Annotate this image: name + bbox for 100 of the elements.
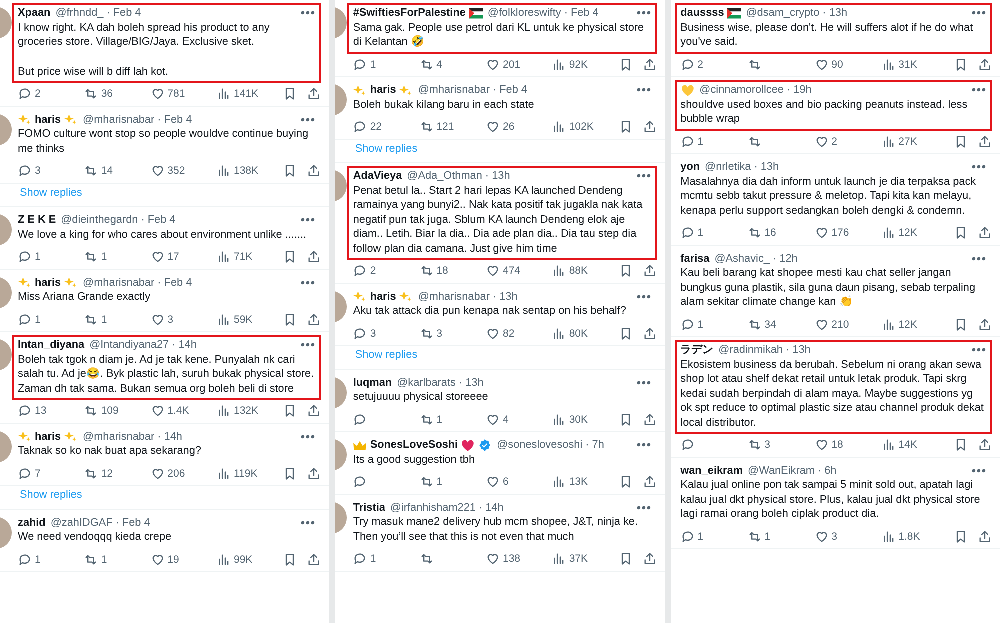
heart-icon[interactable] xyxy=(814,530,829,544)
more-icon[interactable] xyxy=(636,174,651,178)
share-icon[interactable] xyxy=(978,530,992,544)
views-icon[interactable] xyxy=(882,58,896,72)
heart-icon[interactable] xyxy=(814,58,829,72)
views-icon[interactable] xyxy=(882,318,896,332)
user-name[interactable]: SonesLoveSoshi xyxy=(370,438,458,452)
user-name[interactable]: haris xyxy=(35,430,62,444)
retweet-icon[interactable] xyxy=(748,438,762,452)
reply-icon[interactable] xyxy=(18,404,32,418)
reply-icon[interactable] xyxy=(353,120,368,134)
retweet-icon[interactable] xyxy=(84,404,98,418)
user-name[interactable]: daussss xyxy=(680,6,724,20)
share-icon[interactable] xyxy=(642,264,657,278)
more-icon[interactable] xyxy=(636,443,651,448)
share-icon[interactable] xyxy=(642,475,657,490)
more-icon[interactable] xyxy=(972,11,986,16)
heart-icon[interactable] xyxy=(150,312,165,327)
user-name[interactable]: yon xyxy=(680,160,700,174)
share-icon[interactable] xyxy=(307,312,322,327)
heart-icon[interactable] xyxy=(486,552,500,566)
share-icon[interactable] xyxy=(978,438,992,452)
retweet-icon[interactable] xyxy=(748,58,762,72)
heart-icon[interactable] xyxy=(150,552,165,567)
reply-icon[interactable] xyxy=(680,134,695,149)
more-icon[interactable] xyxy=(636,88,651,92)
retweet-icon[interactable] xyxy=(420,475,434,490)
reply-icon[interactable] xyxy=(353,475,368,490)
more-icon[interactable] xyxy=(301,280,316,285)
retweet-icon[interactable] xyxy=(748,530,762,544)
share-icon[interactable] xyxy=(307,87,322,102)
reply-icon[interactable] xyxy=(680,226,695,240)
share-icon[interactable] xyxy=(307,552,322,567)
user-name[interactable]: #SwiftiesForPalestine xyxy=(353,6,466,20)
heart-icon[interactable] xyxy=(486,58,500,72)
heart-icon[interactable] xyxy=(814,134,829,149)
views-icon[interactable] xyxy=(882,226,896,240)
user-name[interactable]: zahid xyxy=(18,516,46,530)
reply-icon[interactable] xyxy=(18,312,32,327)
retweet-icon[interactable] xyxy=(84,164,98,178)
retweet-icon[interactable] xyxy=(84,466,98,481)
reply-icon[interactable] xyxy=(353,412,368,427)
share-icon[interactable] xyxy=(978,134,992,149)
heart-icon[interactable] xyxy=(814,318,829,332)
retweet-icon[interactable] xyxy=(420,58,434,72)
more-icon[interactable] xyxy=(636,294,651,299)
views-icon[interactable] xyxy=(216,87,231,102)
more-icon[interactable] xyxy=(972,256,986,261)
share-icon[interactable] xyxy=(642,326,657,341)
user-name[interactable]: Z E K E xyxy=(18,213,56,228)
views-icon[interactable] xyxy=(216,250,231,264)
retweet-icon[interactable] xyxy=(420,326,434,341)
reply-icon[interactable] xyxy=(18,164,32,178)
retweet-icon[interactable] xyxy=(748,318,762,332)
retweet-icon[interactable] xyxy=(748,226,762,240)
more-icon[interactable] xyxy=(301,118,316,122)
views-icon[interactable] xyxy=(216,312,231,327)
more-icon[interactable] xyxy=(972,165,986,170)
reply-icon[interactable] xyxy=(680,318,695,332)
user-name[interactable]: haris xyxy=(35,276,62,290)
more-icon[interactable] xyxy=(972,88,986,92)
heart-icon[interactable] xyxy=(150,164,165,178)
more-icon[interactable] xyxy=(972,468,986,473)
share-icon[interactable] xyxy=(642,58,657,72)
more-icon[interactable] xyxy=(301,434,316,439)
share-icon[interactable] xyxy=(307,164,322,178)
heart-icon[interactable] xyxy=(486,475,500,490)
retweet-icon[interactable] xyxy=(84,552,98,567)
heart-icon[interactable] xyxy=(814,226,829,240)
views-icon[interactable] xyxy=(216,552,231,567)
share-icon[interactable] xyxy=(978,318,992,332)
heart-icon[interactable] xyxy=(486,264,500,278)
more-icon[interactable] xyxy=(301,11,316,16)
reply-icon[interactable] xyxy=(18,87,32,102)
views-icon[interactable] xyxy=(216,466,231,481)
user-name[interactable]: haris xyxy=(370,83,396,98)
views-icon[interactable] xyxy=(216,164,231,178)
user-name[interactable]: ラデン xyxy=(680,343,714,358)
heart-icon[interactable] xyxy=(486,120,500,134)
heart-icon[interactable] xyxy=(150,466,165,481)
views-icon[interactable] xyxy=(552,552,566,566)
more-icon[interactable] xyxy=(301,343,316,348)
share-icon[interactable] xyxy=(642,120,657,134)
retweet-icon[interactable] xyxy=(84,87,98,102)
more-icon[interactable] xyxy=(636,506,651,510)
user-name[interactable]: Intan_diyana xyxy=(18,338,85,352)
share-icon[interactable] xyxy=(307,404,322,418)
views-icon[interactable] xyxy=(882,438,896,452)
user-name[interactable]: Tristia xyxy=(353,500,386,515)
reply-icon[interactable] xyxy=(680,530,695,544)
reply-icon[interactable] xyxy=(353,552,368,566)
heart-icon[interactable] xyxy=(486,412,500,427)
reply-icon[interactable] xyxy=(680,438,695,452)
views-icon[interactable] xyxy=(216,404,231,418)
views-icon[interactable] xyxy=(552,326,566,341)
more-icon[interactable] xyxy=(301,520,316,525)
user-name[interactable]: haris xyxy=(35,112,62,127)
views-icon[interactable] xyxy=(552,58,566,72)
heart-icon[interactable] xyxy=(150,404,165,418)
views-icon[interactable] xyxy=(552,120,566,134)
